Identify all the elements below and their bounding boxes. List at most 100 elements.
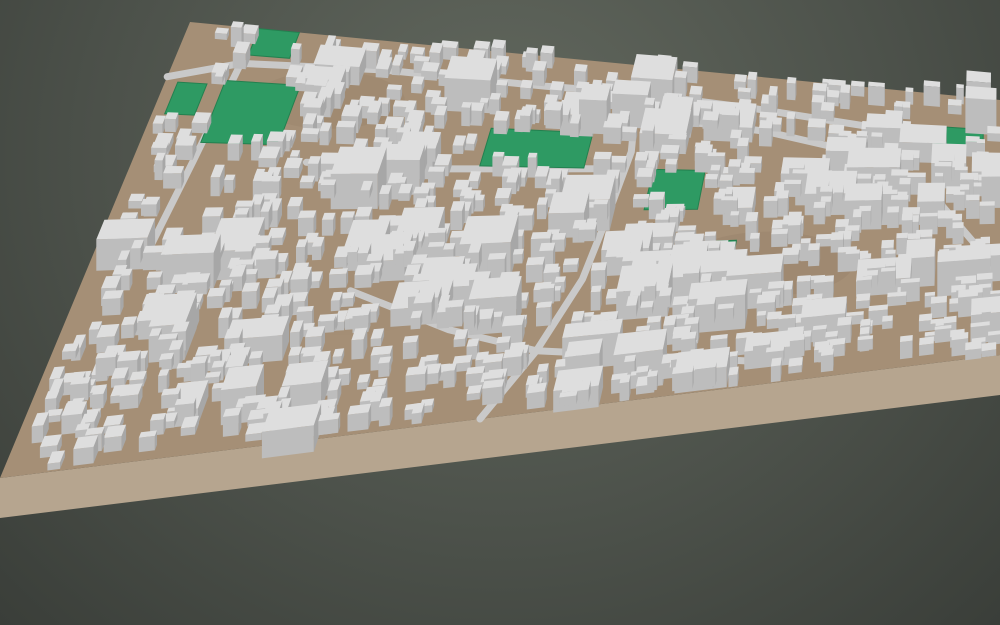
building-roof	[677, 225, 697, 231]
building	[569, 114, 581, 138]
building-roof	[771, 228, 789, 235]
building-wall	[728, 374, 738, 388]
building-roof	[463, 305, 476, 313]
building-roof	[749, 232, 760, 239]
building-roof	[987, 125, 1000, 134]
building-wall	[887, 212, 899, 229]
building	[525, 256, 545, 283]
building-wall	[850, 85, 865, 97]
building	[227, 134, 243, 161]
building	[410, 310, 423, 330]
building-roof	[884, 142, 899, 149]
building-wall	[532, 70, 545, 87]
building	[850, 80, 865, 97]
building	[526, 382, 547, 410]
building	[578, 222, 597, 242]
building-wall	[887, 295, 907, 307]
building-roof	[856, 130, 868, 137]
building-roof	[820, 185, 833, 192]
building	[981, 342, 997, 358]
building-roof	[261, 176, 282, 182]
building	[283, 157, 303, 179]
building	[603, 121, 623, 145]
building-roof	[496, 336, 511, 344]
building-roof	[728, 366, 739, 376]
building	[559, 390, 578, 407]
building-roof	[633, 194, 650, 199]
building-roof	[303, 97, 324, 108]
building-roof	[642, 123, 655, 131]
building-wall	[357, 381, 368, 390]
building	[256, 250, 279, 279]
building	[887, 206, 900, 229]
building-wall	[256, 258, 276, 279]
building	[626, 295, 639, 318]
building	[923, 80, 941, 107]
building-roof	[820, 101, 835, 112]
building-wall	[881, 270, 896, 289]
building	[121, 268, 133, 291]
building-wall	[370, 338, 381, 347]
building-wall	[633, 198, 649, 208]
building	[532, 60, 547, 87]
building-roof	[300, 127, 320, 135]
building	[411, 76, 425, 94]
building-roof	[554, 276, 566, 283]
building-roof	[834, 184, 844, 193]
building-roof	[683, 264, 701, 274]
building-wall	[965, 348, 982, 361]
building-roof	[340, 211, 355, 218]
building-wall	[287, 206, 300, 220]
building-roof	[730, 211, 740, 216]
building-roof	[187, 273, 211, 283]
building-wall	[378, 362, 390, 378]
building	[721, 196, 738, 214]
building-roof	[894, 102, 903, 107]
building	[934, 324, 952, 344]
building-wall	[694, 366, 716, 389]
building	[857, 275, 872, 290]
building-wall	[593, 204, 608, 221]
building-wall	[987, 133, 1000, 142]
building-roof	[763, 196, 779, 201]
building	[299, 175, 316, 189]
building-roof	[230, 21, 244, 28]
building-roof	[413, 186, 431, 194]
building-wall	[563, 264, 578, 273]
building-roof	[151, 141, 169, 148]
building-roof	[659, 287, 672, 297]
building-roof	[890, 195, 909, 200]
building	[536, 301, 553, 327]
building-roof	[965, 85, 997, 100]
building-wall	[934, 328, 952, 344]
building-roof	[952, 222, 964, 229]
building	[329, 268, 349, 289]
building-wall	[367, 112, 378, 125]
building-roof	[882, 315, 893, 322]
building	[789, 333, 805, 358]
building-roof	[609, 155, 627, 163]
building-wall	[102, 298, 121, 316]
building-roof	[881, 189, 898, 194]
building-roof	[313, 44, 367, 67]
building-wall	[214, 32, 227, 40]
building	[163, 166, 185, 189]
building	[881, 267, 896, 289]
building-wall	[705, 179, 718, 188]
building	[461, 102, 472, 127]
building-roof	[494, 188, 512, 199]
building-wall	[164, 118, 176, 133]
building	[770, 357, 782, 383]
building-wall	[121, 275, 130, 291]
building-wall	[152, 123, 163, 134]
building-roof	[463, 192, 476, 199]
building-roof	[410, 46, 426, 55]
building-wall	[464, 143, 475, 151]
building	[347, 246, 359, 264]
building-wall	[813, 207, 825, 225]
building-roof	[548, 191, 590, 214]
building-roof	[645, 159, 657, 168]
building-wall	[330, 300, 340, 312]
building-wall	[452, 145, 464, 154]
building-roof	[905, 238, 936, 259]
